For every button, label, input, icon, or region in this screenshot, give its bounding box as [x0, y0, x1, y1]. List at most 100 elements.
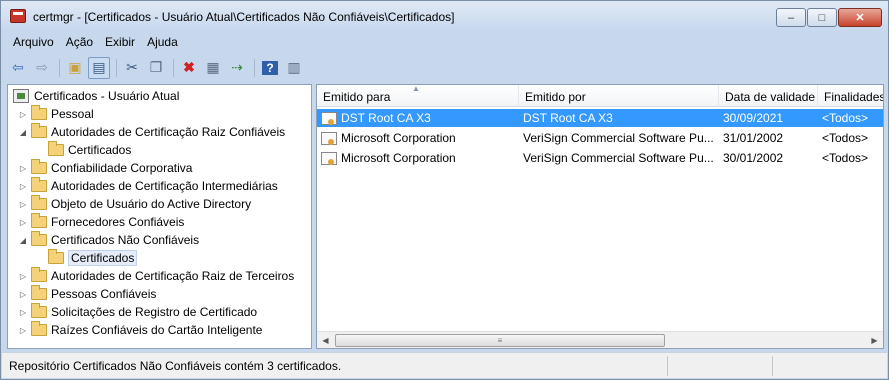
- tree-pane[interactable]: Certificados - Usuário Atual ▷ Pessoal ◢…: [7, 84, 312, 349]
- cell-issued-by: VeriSign Commercial Software Pu...: [523, 131, 714, 145]
- tree-item-raiz-confiaveis[interactable]: ◢ Autoridades de Certificação Raiz Confi…: [18, 123, 285, 141]
- tree-item-cartao-inteligente[interactable]: ▷ Raízes Confiáveis do Cartão Inteligent…: [18, 321, 262, 339]
- collapse-arrow-icon[interactable]: ◢: [18, 128, 28, 137]
- close-button[interactable]: ✕: [838, 8, 882, 27]
- list-header: ▲ Emitido para Emitido por Data de valid…: [317, 85, 883, 107]
- certmgr-app-icon[interactable]: [10, 9, 26, 23]
- table-row[interactable]: DST Root CA X3 DST Root CA X3 30/09/2021…: [317, 109, 883, 127]
- scroll-left-icon[interactable]: ◀: [317, 332, 334, 348]
- menu-ajuda[interactable]: Ajuda: [141, 33, 184, 53]
- folder-icon: [31, 231, 47, 246]
- expand-arrow-icon[interactable]: ▷: [18, 110, 28, 119]
- cell-expiry: 30/01/2002: [723, 151, 784, 165]
- export-list-icon[interactable]: ⇢: [226, 57, 248, 79]
- title-bar[interactable]: certmgr - [Certificados - Usuário Atual\…: [1, 1, 888, 31]
- status-text: Repositório Certificados Não Confiáveis …: [9, 359, 342, 373]
- tree-item-nao-confiaveis-certificados[interactable]: Certificados: [48, 249, 138, 267]
- main-window: certmgr - [Certificados - Usuário Atual\…: [0, 0, 889, 380]
- expand-arrow-icon[interactable]: ▷: [18, 164, 28, 173]
- menu-arquivo[interactable]: Arquivo: [7, 33, 60, 53]
- menu-acao[interactable]: Ação: [60, 33, 99, 53]
- expand-arrow-icon[interactable]: ▷: [18, 182, 28, 191]
- tree-item-pessoal[interactable]: ▷ Pessoal: [18, 105, 94, 123]
- folder-icon: [31, 303, 47, 318]
- horizontal-scrollbar[interactable]: ◀ ≡ ▶: [317, 331, 883, 348]
- expand-arrow-icon[interactable]: ▷: [18, 326, 28, 335]
- tree-item-nao-confiaveis[interactable]: ◢ Certificados Não Confiáveis: [18, 231, 199, 249]
- tree-item-raiz-terceiros[interactable]: ▷ Autoridades de Certificação Raiz de Te…: [18, 267, 294, 285]
- scroll-right-icon[interactable]: ▶: [866, 332, 883, 348]
- tree-item-label: Fornecedores Confiáveis: [51, 215, 185, 229]
- tree-root[interactable]: Certificados - Usuário Atual: [13, 87, 179, 105]
- tree-item-solicitacoes[interactable]: ▷ Solicitações de Registro de Certificad…: [18, 303, 257, 321]
- cell-purposes: <Todos>: [822, 111, 869, 125]
- cell-issued-by: DST Root CA X3: [523, 111, 613, 125]
- forward-arrow-icon[interactable]: ⇨: [31, 57, 53, 79]
- tree-item-label: Pessoal: [51, 107, 94, 121]
- collapse-arrow-icon[interactable]: ◢: [18, 236, 28, 245]
- folder-icon: [31, 159, 47, 174]
- folder-icon: [31, 177, 47, 192]
- tree-item-raiz-certificados[interactable]: Certificados: [48, 141, 131, 159]
- view-icon[interactable]: ▥: [283, 57, 305, 79]
- column-header-emitido-por[interactable]: Emitido por: [519, 85, 719, 107]
- tree-item-fornecedores[interactable]: ▷ Fornecedores Confiáveis: [18, 213, 184, 231]
- expand-arrow-icon[interactable]: ▷: [18, 308, 28, 317]
- tree-item-label: Autoridades de Certificação Raiz de Terc…: [51, 269, 295, 283]
- properties-icon[interactable]: ▦: [202, 57, 224, 79]
- copy-icon[interactable]: ❐: [145, 57, 167, 79]
- status-separator: [667, 356, 668, 376]
- toolbar: ⇦ ⇨ ▣ ▤ ✂ ❐ ✖ ▦ ⇢ ? ▥: [7, 55, 883, 80]
- certificates-root-icon: [13, 89, 29, 103]
- certificate-icon: [321, 151, 337, 165]
- table-row[interactable]: Microsoft Corporation VeriSign Commercia…: [317, 129, 883, 147]
- column-header-finalidades[interactable]: Finalidades: [818, 85, 883, 107]
- window-title: certmgr - [Certificados - Usuário Atual\…: [33, 10, 455, 24]
- maximize-button[interactable]: □: [807, 8, 837, 27]
- menu-exibir[interactable]: Exibir: [99, 33, 141, 53]
- minimize-button[interactable]: –: [776, 8, 806, 27]
- certificate-icon: [321, 131, 337, 145]
- expand-arrow-icon[interactable]: ▷: [18, 200, 28, 209]
- show-hide-tree-icon[interactable]: ▤: [88, 56, 110, 79]
- folder-icon: [48, 249, 64, 264]
- tree-item-intermediarias[interactable]: ▷ Autoridades de Certificação Intermediá…: [18, 177, 278, 195]
- cut-icon[interactable]: ✂: [121, 57, 143, 79]
- column-header-data-validade[interactable]: Data de validade: [719, 85, 818, 107]
- delete-icon[interactable]: ✖: [178, 57, 200, 79]
- tree-item-label: Raízes Confiáveis do Cartão Inteligente: [51, 323, 263, 337]
- expand-arrow-icon[interactable]: ▷: [18, 290, 28, 299]
- column-header-label: Emitido por: [525, 90, 586, 104]
- back-arrow-icon[interactable]: ⇦: [7, 57, 29, 79]
- expand-arrow-icon[interactable]: ▷: [18, 272, 28, 281]
- up-folder-icon[interactable]: ▣: [64, 57, 86, 79]
- certificate-list-pane[interactable]: ▲ Emitido para Emitido por Data de valid…: [316, 84, 884, 349]
- cell-issued-by: VeriSign Commercial Software Pu...: [523, 151, 714, 165]
- cell-expiry: 31/01/2002: [723, 131, 784, 145]
- cell-expiry: 30/09/2021: [723, 111, 784, 125]
- certificate-icon: [321, 111, 337, 125]
- tree-item-label: Certificados: [68, 143, 132, 157]
- folder-icon: [31, 123, 47, 138]
- toolbar-separator: [173, 58, 174, 77]
- expand-arrow-icon[interactable]: ▷: [18, 218, 28, 227]
- menu-bar: Arquivo Ação Exibir Ajuda: [7, 33, 184, 53]
- tree-item-pessoas-confiaveis[interactable]: ▷ Pessoas Confiáveis: [18, 285, 156, 303]
- tree-item-label: Autoridades de Certificação Raiz Confiáv…: [51, 125, 286, 139]
- scrollbar-thumb[interactable]: ≡: [335, 334, 665, 347]
- tree-item-label: Pessoas Confiáveis: [51, 287, 157, 301]
- tree-item-label: Objeto de Usuário do Active Directory: [51, 197, 252, 211]
- tree-item-active-directory[interactable]: ▷ Objeto de Usuário do Active Directory: [18, 195, 251, 213]
- toolbar-separator: [59, 58, 60, 77]
- column-header-emitido-para[interactable]: ▲ Emitido para: [317, 85, 519, 107]
- folder-icon: [31, 213, 47, 228]
- cell-issued-to: Microsoft Corporation: [341, 151, 456, 165]
- window-controls: – □ ✕: [775, 8, 882, 28]
- tree-item-confiabilidade-corporativa[interactable]: ▷ Confiabilidade Corporativa: [18, 159, 192, 177]
- table-row[interactable]: Microsoft Corporation VeriSign Commercia…: [317, 149, 883, 167]
- help-icon[interactable]: ?: [259, 57, 281, 79]
- folder-icon: [31, 195, 47, 210]
- cell-issued-to: Microsoft Corporation: [341, 131, 456, 145]
- folder-icon: [31, 285, 47, 300]
- cell-purposes: <Todos>: [822, 151, 869, 165]
